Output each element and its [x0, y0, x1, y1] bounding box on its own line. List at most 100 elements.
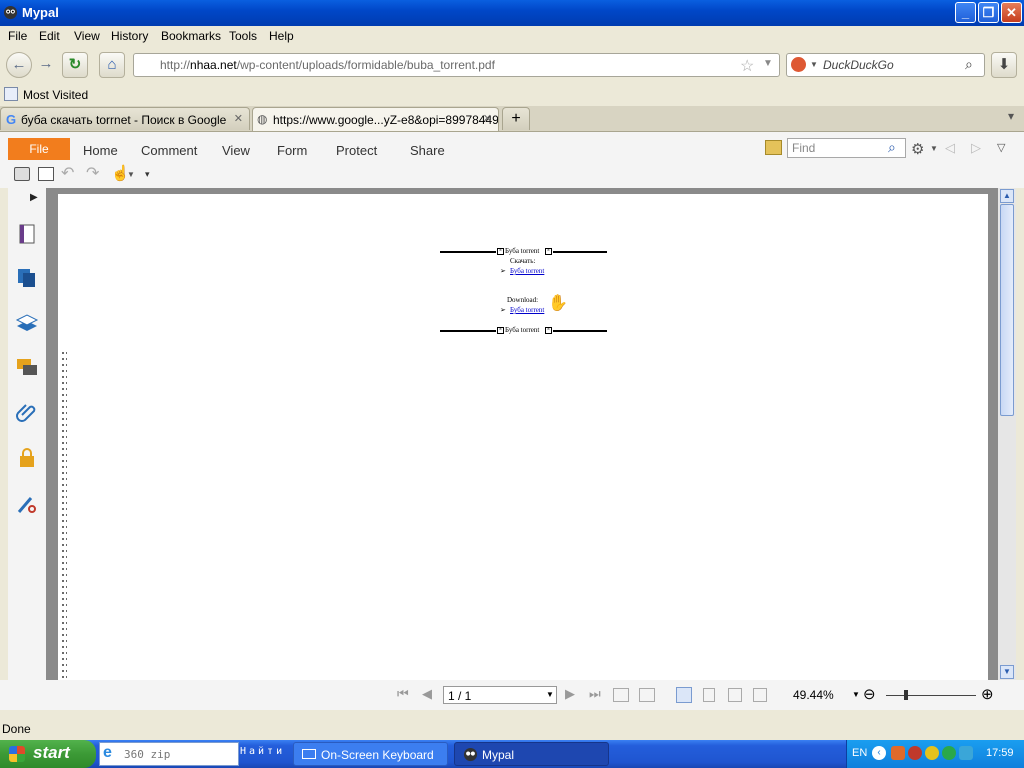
hand-tool-dropdown-icon[interactable]: ▼	[127, 170, 135, 179]
url-bar[interactable]: http://nhaa.net/wp-content/uploads/formi…	[133, 53, 780, 77]
scroll-down-arrow-icon[interactable]: ▼	[1000, 665, 1014, 679]
status-text: Done	[2, 722, 31, 736]
previous-page-icon[interactable]: ◀	[422, 686, 432, 702]
pdf-menu-home[interactable]: Home	[83, 143, 118, 158]
bookmark-star-icon[interactable]: ☆	[740, 56, 754, 76]
pdf-find-input[interactable]: Find ⌕	[787, 138, 906, 158]
tray-app-icon-5[interactable]	[959, 746, 973, 760]
previous-view-icon[interactable]	[613, 688, 629, 702]
most-visited-link[interactable]: Most Visited	[23, 88, 88, 102]
pdf-link-1[interactable]: Буба torrent	[510, 267, 544, 275]
tray-app-icon-1[interactable]	[891, 746, 905, 760]
properties-icon[interactable]	[38, 167, 54, 181]
menu-edit[interactable]: Edit	[39, 29, 60, 43]
tab-active-pdf[interactable]: ◍ https://www.google...yZ-e8&opi=8997844…	[252, 107, 499, 131]
undo-icon[interactable]: ↶	[61, 163, 74, 183]
zoom-dropdown-icon[interactable]: ▼	[852, 690, 860, 699]
search-icon[interactable]: ⌕	[965, 56, 973, 73]
task-mypal[interactable]: Mypal	[454, 742, 609, 766]
continuous-facing-view-icon[interactable]	[753, 688, 767, 702]
tray-expand-icon[interactable]: ‹	[872, 746, 886, 760]
close-tab-icon[interactable]: ✕	[483, 112, 492, 125]
redo-icon[interactable]: ↷	[86, 163, 99, 183]
zoom-level[interactable]: 49.44%	[793, 688, 834, 702]
pdf-file-button[interactable]: File	[8, 138, 70, 160]
next-result-icon[interactable]: ▷	[971, 140, 981, 156]
page-dropdown-icon[interactable]: ▼	[546, 690, 554, 699]
zoom-in-icon[interactable]: ⊕	[981, 685, 994, 703]
next-page-icon[interactable]: ▶	[565, 686, 575, 702]
downloads-button[interactable]: ⬇	[991, 52, 1017, 78]
folder-search-icon[interactable]	[765, 140, 782, 155]
settings-gear-icon[interactable]: ⚙	[911, 140, 924, 158]
attachment-icon[interactable]	[15, 401, 39, 425]
settings-dropdown-icon[interactable]: ▼	[930, 144, 938, 153]
collapse-ribbon-icon[interactable]: ▽	[997, 141, 1005, 154]
print-icon[interactable]	[14, 167, 30, 181]
tray-app-icon-3[interactable]	[925, 746, 939, 760]
scroll-up-arrow-icon[interactable]: ▲	[1000, 189, 1014, 203]
pdf-document-area[interactable]: × Буба torrent × Скачать: ➢ Буба torrent…	[46, 188, 998, 680]
forward-button[interactable]: →	[33, 52, 59, 78]
menu-bookmarks[interactable]: Bookmarks	[161, 29, 221, 43]
pdf-menu-protect[interactable]: Protect	[336, 143, 377, 158]
customize-toolbar-icon[interactable]: ▾	[145, 169, 150, 180]
url-dropdown-icon[interactable]: ▼	[763, 58, 773, 69]
tab-list-icon[interactable]: ▾	[1008, 109, 1014, 123]
pdf-link-2[interactable]: Буба torrent	[510, 306, 544, 314]
home-button[interactable]: ⌂	[99, 52, 125, 78]
reload-button[interactable]: ↻	[62, 52, 88, 78]
zoom-slider-track[interactable]	[886, 695, 976, 696]
mypal-task-icon	[463, 747, 478, 762]
back-button[interactable]: ←	[6, 52, 32, 78]
menu-file[interactable]: File	[8, 29, 27, 43]
facing-view-icon[interactable]	[728, 688, 742, 702]
pdf-menu-form[interactable]: Form	[277, 143, 307, 158]
vertical-scrollbar[interactable]: ▲ ▼	[998, 188, 1016, 680]
zoom-slider-thumb[interactable]	[904, 690, 908, 700]
pdf-menu-comment[interactable]: Comment	[141, 143, 197, 158]
close-button[interactable]: ✕	[1001, 2, 1022, 23]
last-page-icon[interactable]: ⏭	[589, 686, 601, 702]
tray-app-icon-4[interactable]	[942, 746, 956, 760]
pdf-menu-view[interactable]: View	[222, 143, 250, 158]
layers-icon[interactable]	[15, 311, 39, 335]
page-number-select[interactable]: 1 / 1 ▼	[443, 686, 557, 704]
decorative-line	[553, 330, 607, 332]
security-lock-icon[interactable]	[15, 446, 39, 470]
search-engine-dropdown-icon[interactable]: ▼	[810, 60, 818, 69]
expand-panel-icon[interactable]: ▶	[30, 192, 38, 203]
restore-button[interactable]: ❐	[978, 2, 999, 23]
signature-icon[interactable]	[15, 492, 39, 516]
previous-result-icon[interactable]: ◁	[945, 140, 955, 156]
menu-view[interactable]: View	[74, 29, 100, 43]
pdf-menu-share[interactable]: Share	[410, 143, 445, 158]
new-tab-button[interactable]: +	[502, 107, 530, 130]
next-view-icon[interactable]	[639, 688, 655, 702]
minimize-button[interactable]: _	[955, 2, 976, 23]
search-bar[interactable]: ▼ DuckDuckGo ⌕	[786, 53, 985, 77]
quick-search-box[interactable]: e 360 zip	[99, 742, 239, 766]
search-label[interactable]: Найти	[240, 746, 285, 757]
comments-icon[interactable]	[15, 356, 39, 380]
windows-taskbar: start e 360 zip Найти On-Screen Keyboard…	[0, 740, 1024, 768]
menu-history[interactable]: History	[111, 29, 148, 43]
first-page-icon[interactable]: ⏮	[397, 686, 409, 702]
zoom-out-icon[interactable]: ⊖	[863, 685, 876, 703]
tab-google-search[interactable]: G буба скачать torrnet - Поиск в Google …	[0, 107, 250, 130]
menu-tools[interactable]: Tools	[229, 29, 257, 43]
tray-app-icon-2[interactable]	[908, 746, 922, 760]
language-indicator[interactable]: EN	[852, 747, 867, 759]
search-placeholder: DuckDuckGo	[823, 58, 894, 72]
close-tab-icon[interactable]: ✕	[234, 112, 243, 125]
single-page-view-icon[interactable]	[676, 687, 692, 703]
scroll-thumb[interactable]	[1000, 204, 1014, 416]
continuous-view-icon[interactable]	[703, 688, 715, 702]
find-search-icon[interactable]: ⌕	[888, 139, 896, 156]
page-thumbnail-icon[interactable]	[15, 222, 39, 246]
pdf-bottom-toolbar: ⏮ ◀ 1 / 1 ▼ ▶ ⏭ 49.44% ▼ ⊖ ⊕	[0, 680, 1024, 710]
start-button[interactable]: start	[0, 740, 96, 768]
pages-icon[interactable]	[15, 266, 39, 290]
menu-help[interactable]: Help	[269, 29, 294, 43]
task-onscreen-keyboard[interactable]: On-Screen Keyboard	[293, 742, 448, 766]
